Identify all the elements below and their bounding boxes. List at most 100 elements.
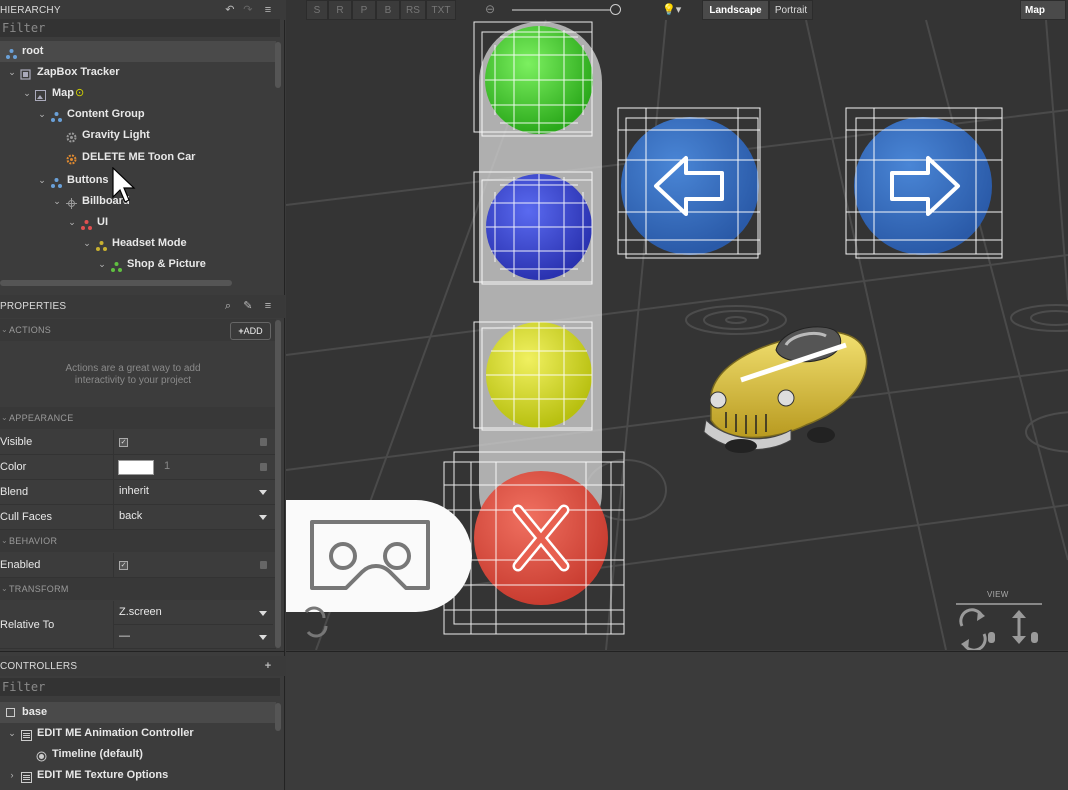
chevron-down-icon[interactable]: ⌄ [37, 104, 47, 125]
timeline-panel [286, 651, 1068, 790]
tree-item-headset-mode[interactable]: ⌄ Headset Mode [0, 233, 276, 254]
chevron-down-icon [259, 515, 267, 520]
controller-item-texture[interactable]: › EDIT ME Texture Options [0, 765, 276, 786]
mouse-cursor-icon [112, 167, 136, 203]
relative-to-select[interactable]: Z.screen [113, 601, 273, 625]
visible-checkbox[interactable]: ✓ [119, 438, 128, 447]
chevron-down-icon[interactable]: ⌄ [82, 233, 92, 254]
properties-title: PROPERTIES [0, 301, 67, 312]
tree-item-zapbox-tracker[interactable]: ⌄ ZapBox Tracker [0, 62, 276, 83]
tree-item-shop-picture[interactable]: ⌄ Shop & Picture [0, 254, 276, 275]
list-icon [21, 728, 32, 741]
tree-item-content-group[interactable]: ⌄ Content Group [0, 104, 276, 125]
target-icon: ⊙ [75, 87, 85, 99]
mode-p-button[interactable]: P [352, 0, 376, 20]
tree-item-gravity-light[interactable]: Gravity Light [0, 125, 276, 146]
left-panel: HIERARCHY ↶ ↷ ≡ root ⌄ ZapBox Tracker ⌄ … [0, 0, 285, 790]
tree-item-root[interactable]: root [0, 41, 276, 62]
chevron-down-icon [259, 611, 267, 616]
relative-to-sub-select[interactable]: — [113, 625, 273, 649]
enabled-row: Enabled ✓ [0, 553, 276, 578]
cull-faces-select[interactable]: back [113, 505, 273, 530]
opacity-value[interactable]: 1 [164, 460, 170, 472]
chevron-down-icon[interactable]: ⌄ [67, 212, 77, 233]
color-swatch[interactable] [118, 460, 154, 475]
view-label: VIEW [987, 590, 1009, 599]
mode-rs-button[interactable]: RS [400, 0, 426, 20]
controller-item-base[interactable]: base [0, 702, 276, 723]
chevron-down-icon[interactable]: ⌄ [7, 62, 17, 83]
hierarchy-filter-input[interactable] [0, 19, 280, 37]
landscape-button[interactable]: Landscape [702, 0, 769, 20]
gear-icon [66, 130, 77, 143]
relative-to-row: Relative To Z.screen — [0, 601, 276, 649]
zoom-slider[interactable] [512, 9, 617, 11]
tree-item-map[interactable]: ⌄ Map ⊙ [0, 83, 276, 104]
transform-section[interactable]: ⌄ TRANSFORM [0, 578, 276, 600]
mode-r-button[interactable]: R [328, 0, 352, 20]
enabled-checkbox[interactable]: ✓ [119, 561, 128, 570]
mode-b-button[interactable]: B [376, 0, 400, 20]
behavior-section[interactable]: ⌄ BEHAVIOR [0, 530, 276, 552]
mode-s-button[interactable]: S [306, 0, 328, 20]
menu-icon[interactable]: ≡ [261, 3, 275, 17]
hierarchy-title: HIERARCHY [0, 5, 61, 16]
mode-txt-button[interactable]: TXT [426, 0, 456, 20]
redo-icon[interactable]: ↷ [241, 3, 255, 17]
controller-item-timeline[interactable]: Timeline (default) [0, 744, 276, 765]
tracker-icon [20, 67, 31, 80]
edit-icon[interactable]: ✎ [241, 299, 255, 313]
controllers-filter-input[interactable] [0, 678, 280, 696]
group-icon [51, 109, 62, 122]
zoom-out-icon[interactable]: ⊖ [485, 2, 495, 16]
chevron-down-icon [259, 635, 267, 640]
controller-item-animation[interactable]: ⌄ EDIT ME Animation Controller [0, 723, 276, 744]
view-select[interactable]: Map [1020, 0, 1066, 20]
tree-item-toon-car[interactable]: DELETE ME Toon Car [0, 146, 276, 170]
appearance-section[interactable]: ⌄ APPEARANCE [0, 407, 276, 429]
add-action-button[interactable]: +ADD [230, 322, 271, 340]
viewport-toolbar: S R P B RS TXT ⊖ 💡▾ Landscape Portrait M… [286, 0, 1068, 24]
controllers-scrollbar[interactable] [275, 703, 281, 731]
chevron-down-icon[interactable]: ⌄ [97, 254, 107, 275]
lock-icon[interactable] [260, 463, 267, 471]
blend-select[interactable]: inherit [113, 480, 273, 505]
hierarchy-hscrollbar[interactable] [0, 280, 232, 286]
portrait-button[interactable]: Portrait [769, 0, 813, 20]
controllers-tree: base ⌄ EDIT ME Animation Controller Time… [0, 702, 276, 790]
chevron-right-icon[interactable]: › [7, 765, 17, 786]
blend-row: Blend inherit [0, 480, 276, 505]
color-row: Color 1 [0, 455, 276, 480]
crosshair-icon [66, 196, 77, 209]
search-icon[interactable]: ⌕ [221, 299, 235, 313]
radio-icon [36, 749, 47, 762]
scene-canvas [286, 0, 1068, 650]
chevron-down-icon[interactable]: ⌄ [22, 83, 32, 104]
model-icon [66, 152, 77, 165]
visible-row: Visible ✓ [0, 430, 276, 455]
tree-item-billboard[interactable]: ⌄ Billboard [0, 191, 276, 212]
chevron-down-icon [259, 490, 267, 495]
group-icon [111, 259, 122, 272]
zoom-slider-handle[interactable] [610, 4, 621, 15]
lock-icon[interactable] [260, 561, 267, 569]
cull-faces-row: Cull Faces back [0, 505, 276, 530]
lock-icon[interactable] [260, 438, 267, 446]
light-bulb-icon[interactable]: 💡▾ [662, 3, 681, 16]
hierarchy-scrollbar[interactable] [275, 42, 281, 88]
hierarchy-tree: root ⌄ ZapBox Tracker ⌄ Map ⊙ ⌄ Content … [0, 41, 276, 279]
controllers-title: CONTROLLERS [0, 661, 78, 672]
menu-icon[interactable]: ≡ [261, 299, 275, 313]
scene-viewport[interactable]: VIEW [286, 0, 1068, 650]
add-icon[interactable]: + [261, 659, 275, 673]
chevron-down-icon[interactable]: ⌄ [52, 191, 62, 212]
tree-item-ui[interactable]: ⌄ UI [0, 212, 276, 233]
chevron-down-icon: ⌄ [1, 584, 9, 593]
undo-icon[interactable]: ↶ [223, 3, 237, 17]
chevron-down-icon[interactable]: ⌄ [37, 170, 47, 191]
headset-mode-button[interactable] [286, 500, 472, 612]
tree-item-buttons[interactable]: ⌄ Buttons [0, 170, 276, 191]
chevron-down-icon[interactable]: ⌄ [7, 723, 17, 744]
state-icon [6, 708, 15, 717]
properties-scrollbar[interactable] [275, 320, 281, 648]
